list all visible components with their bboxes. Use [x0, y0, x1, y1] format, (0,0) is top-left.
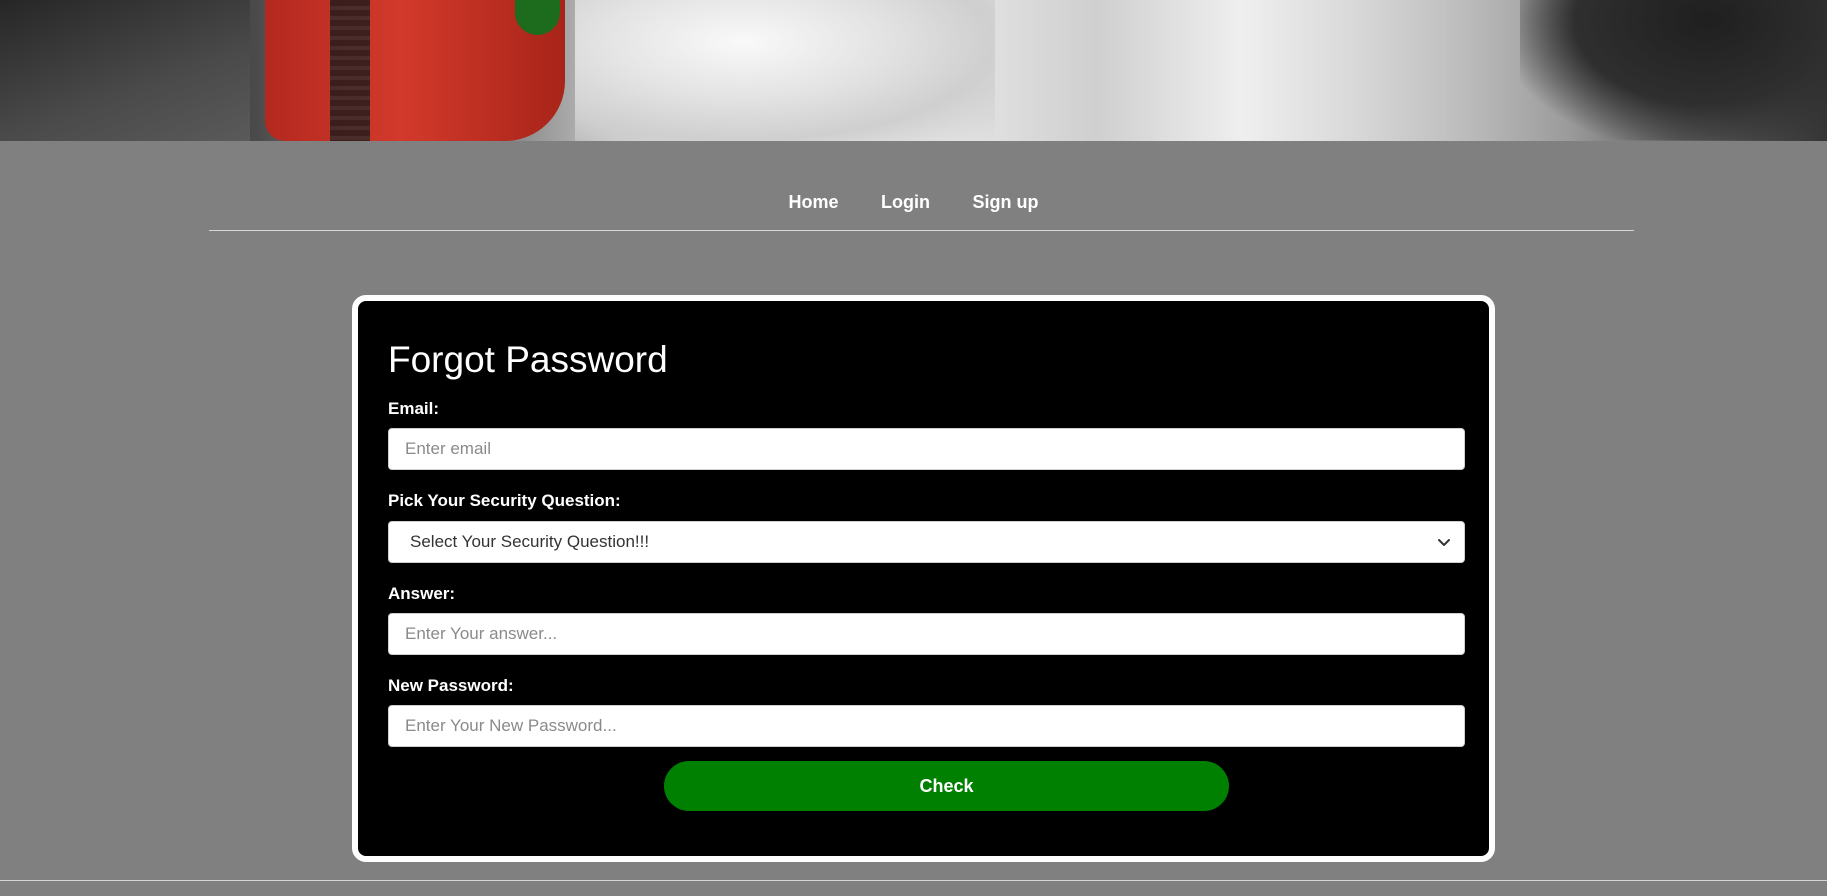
answer-label: Answer:	[388, 584, 456, 603]
security-question-label: Pick Your Security Question:	[388, 491, 621, 510]
hero-banner-image	[0, 0, 1827, 141]
nav-link-login[interactable]: Login	[881, 192, 930, 213]
answer-input[interactable]	[388, 613, 1465, 655]
nav-link-signup[interactable]: Sign up	[972, 192, 1038, 213]
chevron-down-icon	[1438, 539, 1450, 546]
form-title: Forgot Password	[388, 339, 668, 380]
email-label: Email:	[388, 399, 440, 418]
forgot-password-card: Forgot Password Email: Pick Your Securit…	[352, 295, 1495, 862]
new-password-label: New Password:	[388, 676, 514, 695]
security-question-selected: Select Your Security Question!!!	[410, 532, 650, 551]
footer-divider	[0, 880, 1827, 881]
nav-link-home[interactable]: Home	[789, 192, 839, 213]
security-question-select[interactable]: Select Your Security Question!!!	[388, 521, 1465, 563]
nav-divider	[209, 230, 1634, 231]
check-button[interactable]: Check	[664, 761, 1229, 811]
email-input[interactable]	[388, 428, 1465, 470]
main-nav: Home Login Sign up	[0, 192, 1827, 213]
new-password-input[interactable]	[388, 705, 1465, 747]
